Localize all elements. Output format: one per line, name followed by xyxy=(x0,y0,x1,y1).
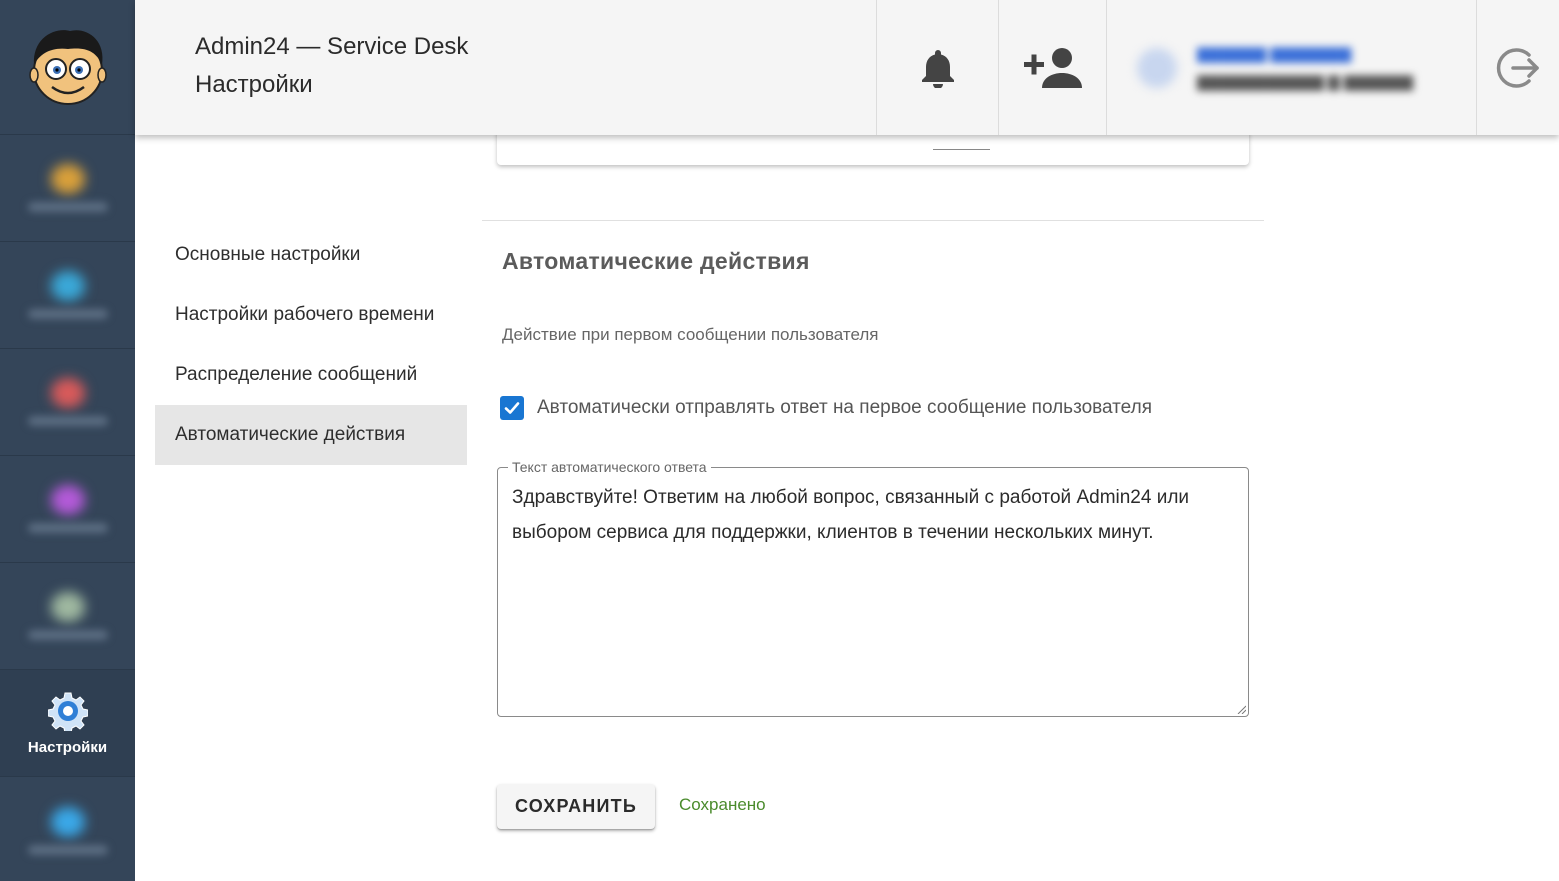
section-title: Автоматические действия xyxy=(502,248,810,274)
blurred-label xyxy=(27,202,108,212)
section-divider xyxy=(482,220,1264,221)
auto-reply-checkbox[interactable] xyxy=(500,396,524,420)
blurred-icon xyxy=(50,271,85,301)
logo[interactable] xyxy=(0,0,135,135)
save-status: Сохранено xyxy=(679,795,766,814)
profile-text: ▇▇▇▇▇▇ ▇▇▇▇▇▇▇ ▇▇▇▇▇▇▇▇▇▇▇ ▇ ▇▇▇▇▇▇ xyxy=(1197,45,1413,91)
logout-icon xyxy=(1496,47,1539,88)
sidebar-item-reports[interactable] xyxy=(0,563,135,670)
settings-nav-auto-actions[interactable]: Автоматические действия xyxy=(155,405,467,465)
save-button[interactable]: СОХРАНИТЬ xyxy=(497,784,655,829)
nav-item-label: Автоматические действия xyxy=(175,424,406,445)
notifications-button[interactable] xyxy=(876,0,998,135)
sidebar-item-label: Настройки xyxy=(27,738,108,756)
auto-reply-checkbox-row[interactable]: Автоматически отправлять ответ на первое… xyxy=(500,396,1152,420)
settings-nav-working-hours[interactable]: Настройки рабочего времени xyxy=(155,285,467,345)
logout-button[interactable] xyxy=(1476,0,1559,135)
sidebar-item-messages[interactable] xyxy=(0,242,135,349)
gear-icon xyxy=(47,692,88,731)
header-title-block: Admin24 — Service Desk Настройки xyxy=(135,0,876,135)
sidebar-item-tasks[interactable] xyxy=(0,135,135,242)
blurred-label xyxy=(27,844,108,855)
blurred-icon xyxy=(50,378,85,408)
resize-handle-icon[interactable] xyxy=(1236,704,1246,714)
sidebar-item-support[interactable] xyxy=(0,777,135,881)
bell-icon xyxy=(921,49,954,88)
sidebar-item-clients[interactable] xyxy=(0,456,135,563)
user-profile[interactable]: ▇▇▇▇▇▇ ▇▇▇▇▇▇▇ ▇▇▇▇▇▇▇▇▇▇▇ ▇ ▇▇▇▇▇▇ xyxy=(1106,0,1476,135)
input-underline xyxy=(933,149,990,150)
auto-reply-textarea[interactable]: Здравствуйте! Ответим на любой вопрос, с… xyxy=(512,480,1218,550)
top-header: Admin24 — Service Desk Настройки ▇▇▇▇▇▇ … xyxy=(135,0,1559,135)
settings-nav-general[interactable]: Основные настройки xyxy=(155,225,467,285)
settings-nav-message-distribution[interactable]: Распределение сообщений xyxy=(155,345,467,405)
auto-reply-text-field[interactable]: Текст автоматического ответа Здравствуйт… xyxy=(497,459,1249,717)
blurred-icon xyxy=(50,806,85,837)
blurred-label xyxy=(27,630,108,640)
blurred-label xyxy=(27,523,108,533)
auto-reply-field-label: Текст автоматического ответа xyxy=(508,459,711,475)
app-title: Admin24 — Service Desk xyxy=(195,33,469,60)
sidebar-item-knowledge[interactable] xyxy=(0,349,135,456)
nav-item-label: Основные настройки xyxy=(175,244,361,265)
subsection-title: Действие при первом сообщении пользовате… xyxy=(502,325,879,344)
blurred-icon xyxy=(50,592,85,622)
add-user-icon xyxy=(1023,47,1082,88)
nav-item-label: Распределение сообщений xyxy=(175,364,418,385)
settings-nav: Основные настройки Настройки рабочего вр… xyxy=(155,225,467,465)
avatar-logo-icon xyxy=(28,30,107,105)
add-user-button[interactable] xyxy=(998,0,1106,135)
blurred-label xyxy=(27,309,108,319)
blurred-icon xyxy=(50,485,85,515)
app-sidebar: Настройки xyxy=(0,0,135,881)
check-icon xyxy=(504,402,520,414)
auto-reply-checkbox-label: Автоматически отправлять ответ на первое… xyxy=(537,397,1152,418)
nav-item-label: Настройки рабочего времени xyxy=(175,304,435,325)
profile-name-blurred: ▇▇▇▇▇▇ ▇▇▇▇▇▇▇ xyxy=(1197,45,1352,63)
page-title: Настройки xyxy=(195,71,313,98)
sidebar-item-settings[interactable]: Настройки xyxy=(0,670,135,777)
profile-org-blurred: ▇▇▇▇▇▇▇▇▇▇▇ ▇ ▇▇▇▇▇▇ xyxy=(1197,73,1413,91)
avatar xyxy=(1137,47,1177,88)
blurred-icon xyxy=(50,164,85,194)
blurred-label xyxy=(27,416,108,426)
